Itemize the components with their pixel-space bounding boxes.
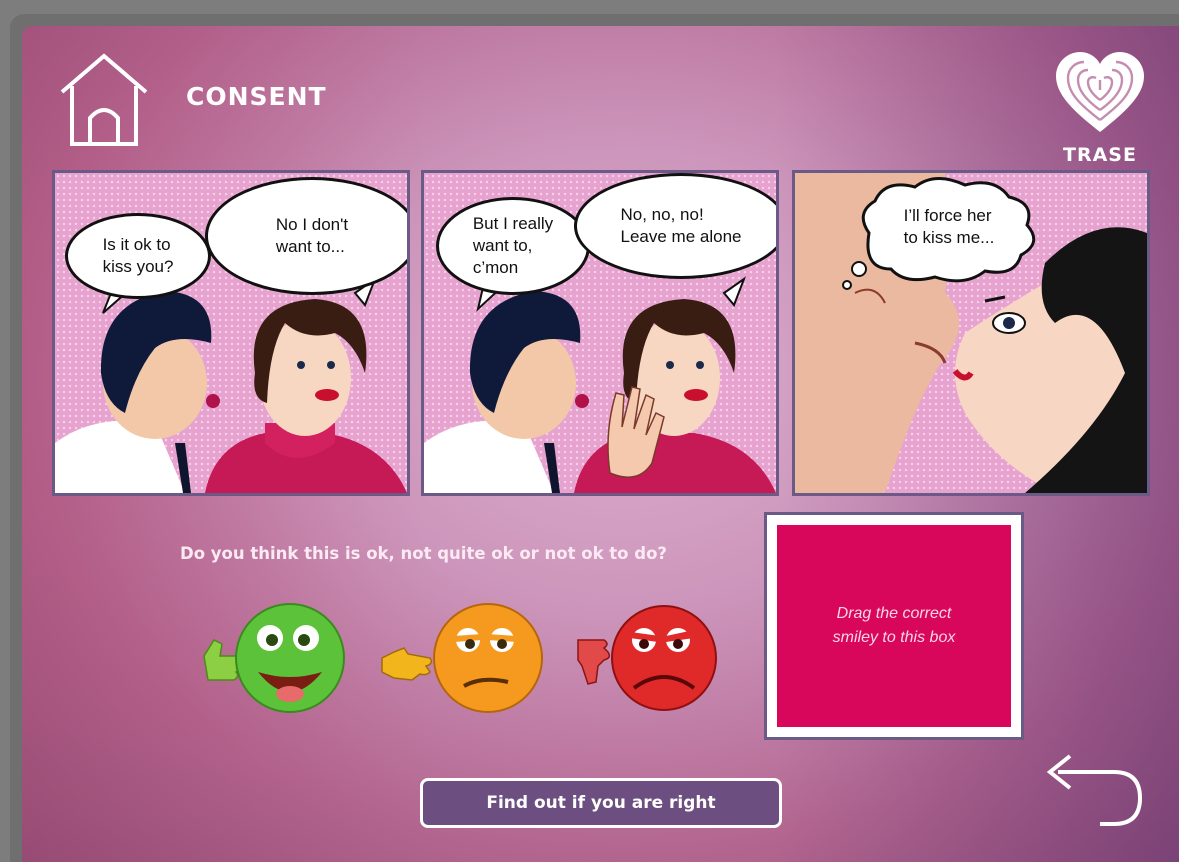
comic-panel-3: I’ll force her to kiss me... [792, 170, 1150, 496]
thought-bubble: I’ll force her to kiss me... [903, 206, 995, 247]
trase-logo: TRASE [1045, 50, 1155, 170]
smiley-ok[interactable] [203, 603, 345, 713]
speech-bubble-woman: No I don't want to... [205, 177, 407, 295]
consent-screen: CONSENT TRASE Is it ok to kiss you? No I… [22, 26, 1179, 862]
drop-zone-target[interactable]: Drag the correct smiley to this box [777, 525, 1011, 727]
speech-bubble-man: But I really want to, c’mon [436, 197, 590, 295]
smiley-options [198, 602, 718, 722]
smiley-drop-zone[interactable]: Drag the correct smiley to this box [764, 512, 1024, 740]
find-out-button[interactable]: Find out if you are right [420, 778, 782, 828]
comic-panel-1: Is it ok to kiss you? No I don't want to… [52, 170, 410, 496]
drop-zone-instruction: Drag the correct smiley to this box [832, 605, 956, 646]
logo-text: TRASE [1063, 144, 1137, 166]
question-text: Do you think this is ok, not quite ok or… [180, 544, 667, 563]
comic-panel-2: But I really want to, c’mon No, no, no! … [421, 170, 779, 496]
back-arrow-icon[interactable] [1040, 748, 1146, 828]
speech-bubble-man: Is it ok to kiss you? [65, 213, 211, 299]
home-icon[interactable] [56, 48, 152, 148]
smiley-not-quite-ok[interactable] [381, 603, 543, 713]
page-title: CONSENT [186, 82, 327, 111]
smiley-not-ok[interactable] [577, 605, 717, 711]
fingerprint-heart-icon [1056, 52, 1144, 132]
speech-bubble-woman: No, no, no! Leave me alone [574, 173, 776, 279]
